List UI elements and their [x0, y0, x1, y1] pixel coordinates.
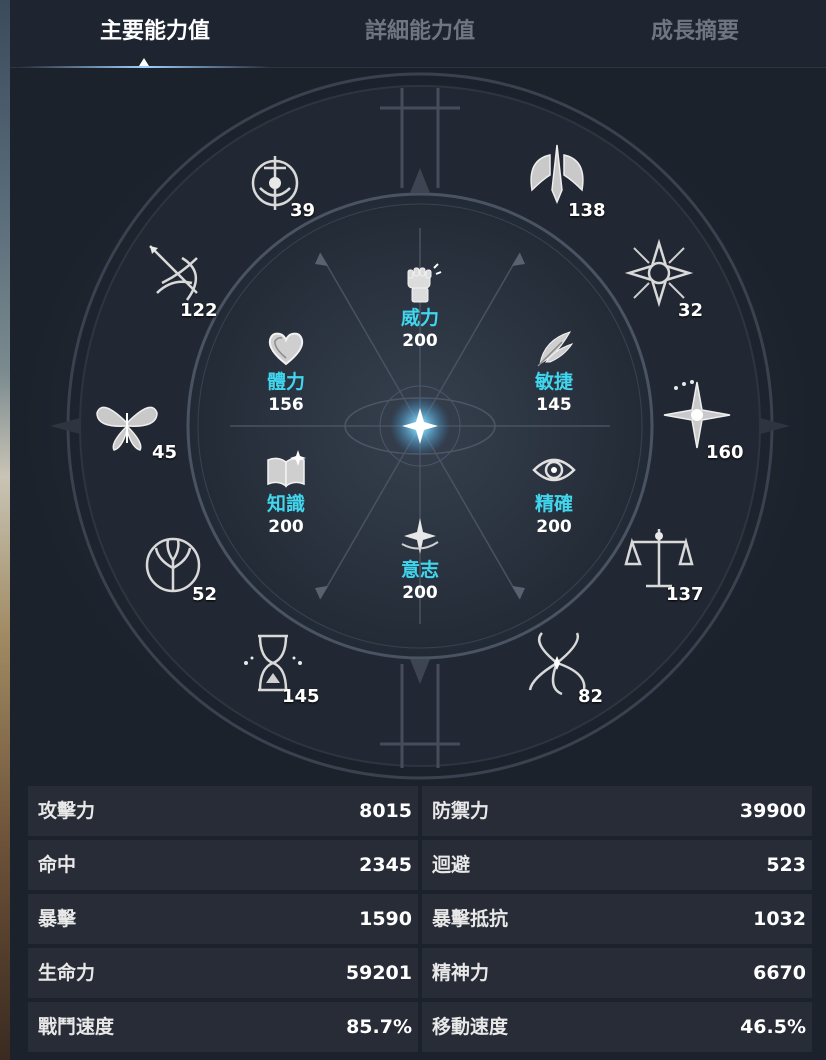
heart-icon: [268, 332, 304, 366]
core-stat-will[interactable]: 意志 200: [360, 514, 480, 604]
active-tab-caret: [139, 58, 149, 66]
stat-cell-attack: 攻擊力 8015: [28, 786, 418, 836]
stat-label: 移動速度: [432, 1016, 509, 1038]
core-stat-name: 敏捷: [534, 371, 573, 393]
core-stat-name: 體力: [266, 371, 305, 393]
stat-value: 85.7%: [346, 1016, 412, 1038]
feather-icon: [537, 331, 574, 367]
stat-label: 攻擊力: [38, 800, 96, 822]
stat-label: 生命力: [38, 962, 96, 984]
stat-cell-move-speed: 移動速度 46.5%: [422, 1002, 812, 1052]
stat-label: 戰鬥速度: [38, 1016, 115, 1038]
stat-value: 2345: [359, 854, 412, 876]
stat-label: 暴擊抵抗: [432, 908, 509, 930]
core-stat-power[interactable]: 威力 200: [360, 262, 480, 352]
core-stat-value: 200: [536, 517, 572, 537]
tab-growth-summary[interactable]: 成長摘要: [570, 14, 820, 50]
core-stat-value: 200: [402, 583, 438, 603]
stats-panel: 主要能力值 詳細能力值 成長摘要 39 122 45 52 145 138 32…: [10, 0, 826, 1060]
core-stat-name: 知識: [266, 493, 305, 515]
core-stat-value: 156: [268, 395, 304, 415]
tab-detail-stats[interactable]: 詳細能力值: [295, 14, 545, 50]
stat-value: 1032: [753, 908, 806, 930]
star-burst-icon[interactable]: [624, 238, 694, 308]
stat-value: 8015: [359, 800, 412, 822]
stat-cell-mp: 精神力 6670: [422, 948, 812, 998]
stat-cell-hp: 生命力 59201: [28, 948, 418, 998]
stat-cell-combat-speed: 戰鬥速度 85.7%: [28, 1002, 418, 1052]
stat-cell-critical-resist: 暴擊抵抗 1032: [422, 894, 812, 944]
stat-label: 防禦力: [432, 800, 490, 822]
stat-value: 39900: [739, 800, 806, 822]
core-stat-agility[interactable]: 敏捷 145: [494, 326, 614, 416]
outer-stat-value: 32: [678, 300, 704, 321]
core-stat-stamina[interactable]: 體力 156: [226, 326, 346, 416]
outer-stat-value: 160: [706, 442, 744, 463]
outer-stat-value: 138: [568, 200, 606, 221]
core-stat-value: 200: [268, 517, 304, 537]
stat-wheel: 39 122 45 52 145 138 32 160 137 82 威力 20…: [10, 68, 826, 780]
stat-label: 命中: [38, 854, 77, 876]
tab-bar: 主要能力值 詳細能力值 成長摘要: [10, 0, 826, 68]
stat-value: 6670: [753, 962, 806, 984]
stat-label: 暴擊: [38, 908, 77, 930]
core-stat-name: 威力: [400, 307, 439, 329]
stat-cell-evasion: 迴避 523: [422, 840, 812, 890]
core-stat-precision[interactable]: 精確 200: [494, 448, 614, 538]
stat-row: 暴擊 1590 暴擊抵抗 1032: [28, 894, 824, 944]
outer-stat-value: 45: [152, 442, 178, 463]
outer-stat-value: 82: [578, 686, 604, 707]
stat-row: 戰鬥速度 85.7% 移動速度 46.5%: [28, 1002, 824, 1052]
outer-stat-value: 145: [282, 686, 320, 707]
core-stat-name: 精確: [534, 493, 573, 515]
stat-value: 1590: [359, 908, 412, 930]
stat-cell-defense: 防禦力 39900: [422, 786, 812, 836]
core-stat-value: 145: [536, 395, 572, 415]
stat-value: 46.5%: [740, 1016, 806, 1038]
stat-label: 精神力: [432, 962, 490, 984]
spark-icon: [401, 518, 439, 554]
core-stat-value: 200: [402, 331, 438, 351]
outer-stat-value: 137: [666, 584, 704, 605]
stat-row: 生命力 59201 精神力 6670: [28, 948, 824, 998]
outer-stat-value: 52: [192, 584, 218, 605]
background-scene-strip: [0, 0, 10, 1060]
outer-stat-value: 122: [180, 300, 218, 321]
core-stat-knowledge[interactable]: 知識 200: [226, 448, 346, 538]
outer-stat-value: 39: [290, 200, 316, 221]
fist-icon: [407, 263, 442, 303]
bow-wing-icon[interactable]: [142, 238, 212, 308]
core-stat-name: 意志: [400, 559, 439, 581]
stat-value: 59201: [345, 962, 412, 984]
compass-star-icon[interactable]: [662, 380, 732, 450]
book-icon: [267, 450, 306, 488]
stat-cell-critical: 暴擊 1590: [28, 894, 418, 944]
tab-main-stats[interactable]: 主要能力值: [30, 14, 280, 50]
stat-label: 迴避: [432, 854, 471, 876]
eye-icon: [532, 458, 576, 482]
stat-cell-accuracy: 命中 2345: [28, 840, 418, 890]
stat-value: 523: [766, 854, 806, 876]
stat-row: 攻擊力 8015 防禦力 39900: [28, 786, 824, 836]
stat-row: 命中 2345 迴避 523: [28, 840, 824, 890]
